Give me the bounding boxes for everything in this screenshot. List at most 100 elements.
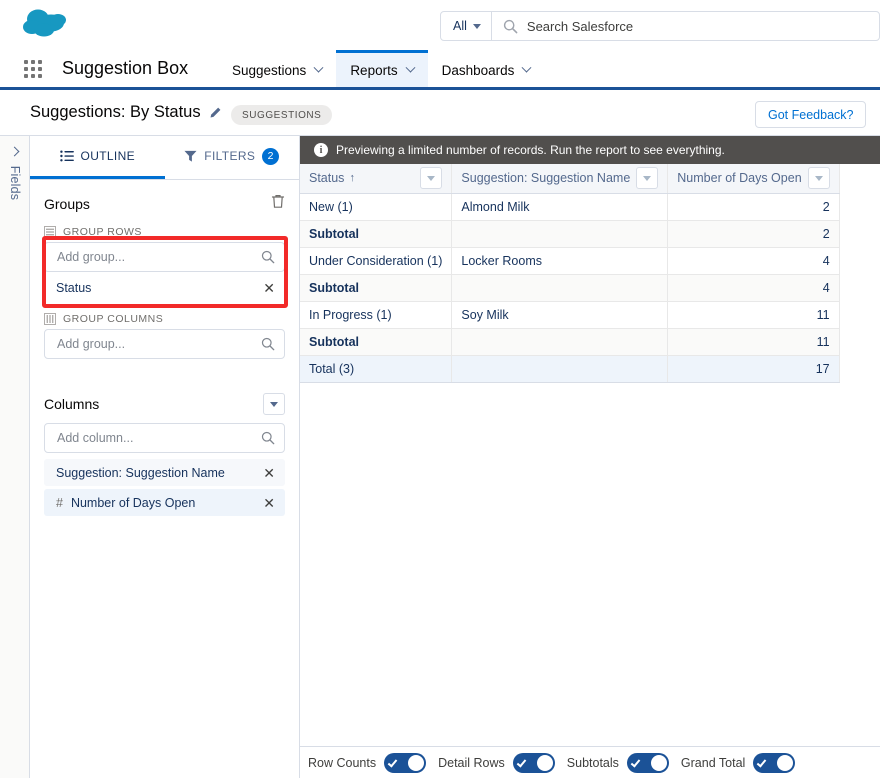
chevron-down-icon — [521, 62, 532, 73]
sort-ascending-arrow[interactable]: ↑ — [349, 172, 355, 184]
add-group-row-input[interactable]: Add group... — [44, 242, 285, 272]
group-row-item-status[interactable]: Status ✕ — [44, 274, 285, 301]
search-scope-selector[interactable]: All — [441, 12, 492, 40]
chevron-right-icon[interactable] — [9, 146, 20, 157]
column-menu-button[interactable] — [420, 167, 443, 190]
group-rows-label: GROUP ROWS — [63, 226, 142, 238]
add-column-input[interactable]: Add column... — [44, 423, 285, 453]
filters-count-badge: 2 — [262, 147, 280, 165]
toggle-switch[interactable] — [512, 752, 555, 773]
add-column-placeholder: Add column... — [57, 431, 134, 445]
close-icon[interactable]: ✕ — [263, 281, 275, 295]
cell-suggestion-name: Locker Rooms — [451, 247, 669, 275]
app-launcher-waffle-icon[interactable] — [24, 60, 42, 78]
search-icon — [261, 431, 275, 450]
table-row[interactable]: Under Consideration (1) Locker Rooms 4 — [300, 247, 840, 275]
table-row[interactable]: New (1) Almond Milk 2 — [300, 193, 840, 221]
toggle-label: Subtotals — [566, 755, 619, 770]
cell-suggestion-name — [451, 355, 669, 383]
trash-icon[interactable] — [271, 194, 285, 214]
add-group-row-placeholder: Add group... — [57, 250, 126, 264]
toggle-detail-rows[interactable]: Detail Rows — [438, 752, 555, 773]
column-header-number-of-days-open[interactable]: Number of Days Open — [667, 164, 840, 194]
chevron-down-icon — [313, 62, 324, 73]
toggle-label: Grand Total — [680, 755, 746, 770]
column-item-number-of-days-open[interactable]: # Number of Days Open ✕ — [44, 489, 285, 516]
preview-notice-bar: i Previewing a limited number of records… — [300, 136, 880, 164]
dropdown-triangle-icon — [427, 175, 436, 181]
cell-suggestion-name — [451, 220, 669, 248]
cell-grand-total-label: Total (3) — [300, 355, 453, 383]
panel-tab-list: OUTLINE FILTERS 2 — [30, 136, 299, 180]
add-group-column-input[interactable]: Add group... — [44, 329, 285, 359]
toggle-grand-total[interactable]: Grand Total — [680, 752, 796, 773]
columns-section-header: Columns — [30, 359, 299, 423]
close-icon[interactable]: ✕ — [263, 496, 275, 510]
list-outline-icon — [59, 150, 74, 162]
columns-menu-button[interactable] — [263, 393, 285, 415]
pencil-icon[interactable] — [208, 106, 222, 125]
salesforce-cloud-logo[interactable] — [20, 6, 72, 42]
toggle-switch[interactable] — [626, 752, 669, 773]
outline-panel: OUTLINE FILTERS 2 Groups GROUP ROWS Add … — [30, 136, 300, 778]
chevron-down-icon — [270, 401, 278, 407]
toggle-switch[interactable] — [384, 752, 427, 773]
cell-days-open: 2 — [667, 193, 840, 221]
column-header-status[interactable]: Status ↑ — [300, 164, 453, 194]
cell-subtotal-label: Subtotal — [300, 220, 453, 248]
nav-tab-label: Reports — [350, 62, 398, 78]
columns-title: Columns — [44, 396, 100, 412]
table-header-row: Status ↑ Suggestion: Suggestion Name Num… — [300, 164, 840, 194]
global-header: All Search Salesforce — [0, 0, 880, 50]
column-header-suggestion-name[interactable]: Suggestion: Suggestion Name — [451, 164, 669, 194]
chevron-down-icon — [405, 62, 416, 73]
global-search[interactable]: All Search Salesforce — [440, 11, 880, 41]
dropdown-triangle-icon — [643, 175, 652, 181]
group-columns-icon — [44, 313, 56, 325]
search-icon — [492, 19, 527, 34]
groups-title: Groups — [44, 196, 90, 212]
fields-rail[interactable]: Fields — [0, 136, 30, 778]
table-row: Subtotal 4 — [300, 274, 840, 302]
tab-filters[interactable]: FILTERS 2 — [165, 136, 300, 179]
table-body: New (1) Almond Milk 2 Subtotal 2 Under C… — [300, 193, 840, 383]
nav-tab-label: Suggestions — [232, 62, 307, 78]
group-rows-heading: GROUP ROWS — [30, 222, 299, 242]
cell-status: New (1) — [300, 193, 453, 221]
toggle-subtotals[interactable]: Subtotals — [566, 752, 669, 773]
nav-tab-suggestions[interactable]: Suggestions — [218, 50, 336, 87]
column-menu-button[interactable] — [636, 167, 659, 190]
cell-days-open: 17 — [667, 355, 840, 383]
nav-tab-dashboards[interactable]: Dashboards — [428, 50, 545, 87]
column-menu-button[interactable] — [807, 167, 830, 190]
cell-subtotal-label: Subtotal — [300, 274, 453, 302]
cell-subtotal-label: Subtotal — [300, 328, 453, 356]
cell-suggestion-name — [451, 328, 669, 356]
report-table: Status ↑ Suggestion: Suggestion Name Num… — [300, 164, 840, 383]
got-feedback-button[interactable]: Got Feedback? — [755, 101, 867, 128]
group-row-item-label: Status — [56, 280, 92, 295]
nav-tab-reports[interactable]: Reports — [336, 50, 428, 87]
app-name[interactable]: Suggestion Box — [62, 50, 188, 87]
column-item-suggestion-name[interactable]: Suggestion: Suggestion Name ✕ — [44, 459, 285, 486]
cell-suggestion-name — [451, 274, 669, 302]
search-input[interactable]: Search Salesforce — [527, 19, 633, 34]
add-group-column-placeholder: Add group... — [57, 337, 126, 351]
search-icon — [261, 250, 275, 269]
table-row[interactable]: In Progress (1) Soy Milk 11 — [300, 301, 840, 329]
cell-days-open: 11 — [667, 328, 840, 356]
grand-total-row: Total (3) 17 — [300, 355, 840, 383]
info-icon: i — [314, 143, 328, 157]
cell-days-open: 4 — [667, 274, 840, 302]
report-preview: i Previewing a limited number of records… — [300, 136, 880, 778]
column-header-label: Suggestion: Suggestion Name — [461, 171, 631, 186]
tab-outline[interactable]: OUTLINE — [30, 136, 165, 179]
toggle-row-counts[interactable]: Row Counts — [308, 752, 427, 773]
status-badge: SUGGESTIONS — [231, 105, 333, 125]
dropdown-triangle-icon — [814, 175, 823, 181]
close-icon[interactable]: ✕ — [263, 466, 275, 480]
column-header-label: Number of Days Open — [677, 171, 802, 186]
page-title: Suggestions: By Status — [30, 103, 201, 121]
toggle-switch[interactable] — [753, 752, 796, 773]
cell-days-open: 4 — [667, 247, 840, 275]
